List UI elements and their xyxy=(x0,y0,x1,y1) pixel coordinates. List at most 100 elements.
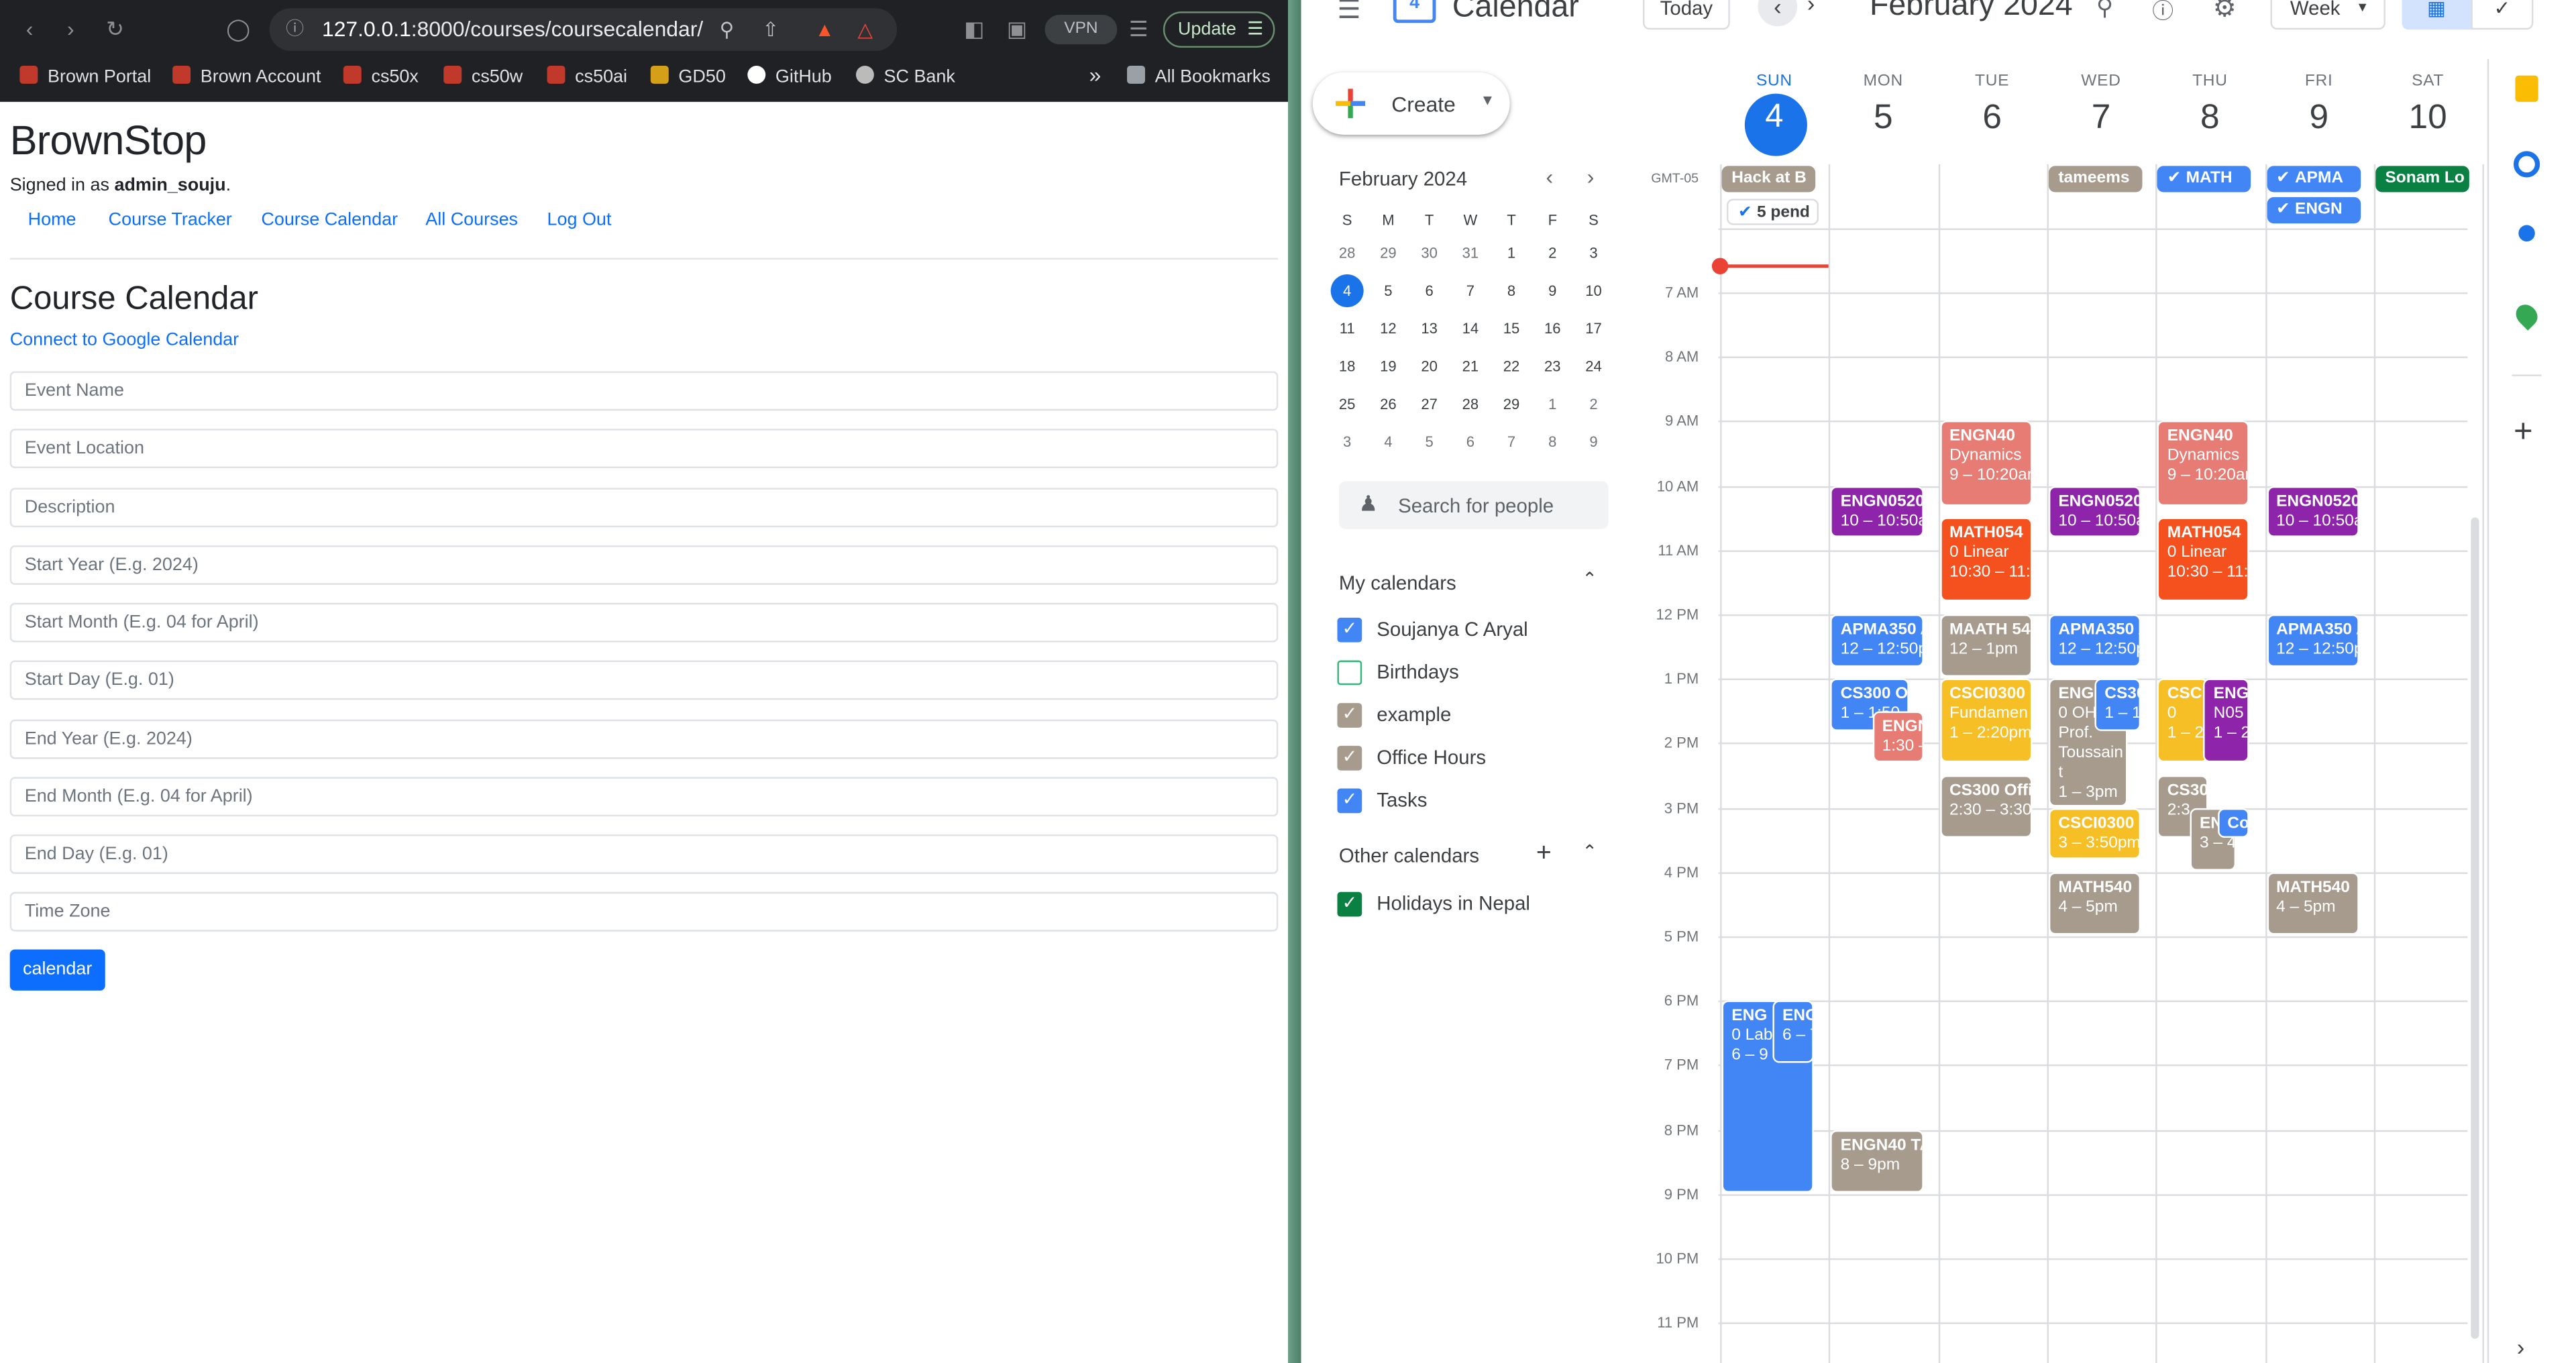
connect-google-link[interactable]: Connect to Google Calendar xyxy=(10,330,239,349)
mini-day[interactable]: 1 xyxy=(1492,238,1532,268)
calendar-submit-button[interactable]: calendar xyxy=(9,949,105,991)
calendar-event[interactable]: MATH0540 Linear10:30 – 11:50 xyxy=(2157,517,2250,602)
mini-day[interactable]: 24 xyxy=(1574,351,1613,381)
search-people-input[interactable]: ♟ Search for people xyxy=(1338,481,1609,529)
mini-day[interactable]: 18 xyxy=(1328,351,1367,381)
calendar-event[interactable]: APMA350 A 12 – 12:50pm xyxy=(1830,614,1923,667)
end-day-field[interactable]: End Day (E.g. 01) xyxy=(9,834,1279,874)
day-number[interactable]: 9 xyxy=(2265,99,2373,138)
collapse-icon[interactable]: ⌃ xyxy=(1582,841,1597,862)
description-field[interactable]: Description xyxy=(9,488,1279,528)
brave-shield-icon[interactable]: ▲ xyxy=(815,8,835,51)
mini-day[interactable]: 4 xyxy=(1330,274,1364,307)
bookmark-item[interactable]: cs50ai xyxy=(547,65,627,87)
calendar-event[interactable]: CS300 Offi 2:30 – 3:30 xyxy=(1939,775,2033,838)
mini-day[interactable]: 21 xyxy=(1450,351,1490,381)
site-info-icon[interactable]: ⓘ xyxy=(286,8,304,51)
mini-day[interactable]: 27 xyxy=(1409,389,1449,419)
calendar-event[interactable]: MATH540 4 – 5pm xyxy=(2048,871,2141,935)
all-day-event[interactable]: Hack at B xyxy=(1721,166,1816,193)
address-bar[interactable]: ⓘ 127.0.0.1:8000/courses/coursecalendar/… xyxy=(269,8,898,51)
main-menu-icon[interactable]: ☰ xyxy=(1337,0,1360,26)
calendar-event[interactable]: APMA350 A 12 – 12:50pm xyxy=(2266,614,2359,667)
mini-day[interactable]: 23 xyxy=(1533,351,1572,381)
more-bookmarks-button[interactable]: » xyxy=(1089,62,1102,87)
day-header[interactable]: MON 5 xyxy=(1829,72,1937,138)
calendar-event[interactable]: ENGN0520 10 – 10:50am xyxy=(1830,485,1923,538)
mini-day[interactable]: 26 xyxy=(1368,389,1408,419)
all-day-event[interactable]: ✔ MATH xyxy=(2157,166,2252,193)
calendar-event[interactable]: ENGN40 Dynamics 9 – 10:20am xyxy=(1939,421,2033,506)
vpn-button[interactable]: VPN xyxy=(1044,15,1118,45)
mini-day[interactable]: 11 xyxy=(1328,314,1367,343)
mini-day[interactable]: 17 xyxy=(1574,314,1613,343)
zoom-icon[interactable]: ⚲ xyxy=(720,8,735,51)
calendar-event[interactable]: CSC 0 1 – 2 xyxy=(2157,678,2208,763)
contacts-icon[interactable] xyxy=(2518,225,2535,242)
day-number[interactable]: 7 xyxy=(2047,99,2155,138)
mini-day[interactable]: 4 xyxy=(1368,427,1408,457)
nav-log-out[interactable]: Log Out xyxy=(547,210,612,229)
all-day-event[interactable]: ✔ APMA xyxy=(2266,166,2361,193)
calendar-event[interactable]: ENG N05 1 – 2 xyxy=(2203,678,2250,763)
mini-day[interactable]: 15 xyxy=(1492,314,1532,343)
leo-icon[interactable]: ☰ xyxy=(1122,13,1155,46)
mini-day[interactable]: 9 xyxy=(1533,276,1572,305)
day-header[interactable]: TUE 6 xyxy=(1938,72,2047,138)
all-day-event[interactable]: ✔ 5 pend xyxy=(1726,199,1819,225)
start-year-field[interactable]: Start Year (E.g. 2024) xyxy=(9,545,1279,585)
add-addon-icon[interactable]: + xyxy=(2514,414,2533,451)
day-header[interactable]: FRI 9 xyxy=(2265,72,2373,138)
end-month-field[interactable]: End Month (E.g. 04 for April) xyxy=(9,777,1279,817)
calendar-event[interactable]: MAATH 54 12 – 1pm xyxy=(1939,614,2033,677)
calendar-event[interactable]: MATH0540 Linear10:30 – 11:50 xyxy=(1939,517,2033,602)
all-day-event[interactable]: tameems xyxy=(2048,166,2143,193)
nav-all-courses[interactable]: All Courses xyxy=(425,210,518,229)
expand-panel-icon[interactable]: › xyxy=(2517,1334,2524,1360)
day-header[interactable]: THU 8 xyxy=(2156,72,2265,138)
calendar-checkbox[interactable]: ✓ xyxy=(1337,745,1362,771)
reload-icon[interactable]: ↻ xyxy=(99,13,131,46)
calendar-event[interactable]: ENGN1:30 – 2 xyxy=(1872,710,1923,763)
mini-day[interactable]: 3 xyxy=(1328,427,1367,457)
brave-rewards-icon[interactable]: △ xyxy=(857,8,873,51)
mini-day[interactable]: 5 xyxy=(1368,276,1408,305)
calendar-event[interactable]: MATH540 4 – 5pm xyxy=(2266,871,2359,935)
day-header[interactable]: SAT 10 xyxy=(2373,72,2482,138)
bookmark-item[interactable]: cs50w xyxy=(443,65,523,87)
all-day-event[interactable]: ✔ ENGN xyxy=(2266,197,2361,224)
sidebar-icon[interactable]: ◧ xyxy=(958,13,991,46)
today-button[interactable]: Today xyxy=(1643,0,1730,30)
calendar-event[interactable]: ENGN0520 10 – 10:50am xyxy=(2048,485,2141,538)
calendar-event[interactable]: ENG6 – 7 xyxy=(1772,1000,1815,1064)
mini-day[interactable]: 6 xyxy=(1409,276,1449,305)
day-number[interactable]: 6 xyxy=(1938,99,2047,138)
view-selector[interactable]: Week ▼ xyxy=(2270,0,2385,30)
nav-course-tracker[interactable]: Course Tracker xyxy=(109,210,232,229)
mini-day[interactable]: 22 xyxy=(1492,351,1532,381)
day-header[interactable]: WED 7 xyxy=(2047,72,2155,138)
day-number[interactable]: 8 xyxy=(2156,99,2265,138)
bookmark-item[interactable]: SC Bank xyxy=(855,65,955,87)
bookmark-item[interactable]: Brown Portal xyxy=(19,65,151,87)
mini-day[interactable]: 19 xyxy=(1368,351,1408,381)
my-calendars-header[interactable]: My calendars xyxy=(1339,571,1456,594)
bookmark-item[interactable]: cs50x xyxy=(343,65,419,87)
event-location-field[interactable]: Event Location xyxy=(9,429,1279,468)
calendar-event[interactable]: CS301 – 1 xyxy=(2094,678,2141,731)
mini-day[interactable]: 25 xyxy=(1328,389,1367,419)
end-year-field[interactable]: End Year (E.g. 2024) xyxy=(9,719,1279,759)
calendar-event[interactable]: APMA350 A 12 – 12:50pm xyxy=(2048,614,2141,667)
tasks-icon[interactable] xyxy=(2513,151,2540,178)
share-icon[interactable]: ⇧ xyxy=(762,8,779,51)
nav-home[interactable]: Home xyxy=(28,210,76,229)
event-name-field[interactable]: Event Name xyxy=(9,371,1279,411)
mini-next-icon[interactable]: › xyxy=(1587,164,1595,189)
add-calendar-icon[interactable]: + xyxy=(1536,839,1552,869)
calendar-checkbox[interactable]: ✓ xyxy=(1337,617,1362,643)
mini-day[interactable]: 6 xyxy=(1450,427,1490,457)
day-header[interactable]: SUN 4 xyxy=(1720,72,1829,137)
wallet-icon[interactable]: ▣ xyxy=(1000,13,1033,46)
mini-day[interactable]: 28 xyxy=(1450,389,1490,419)
update-button[interactable]: Update ☰ xyxy=(1163,11,1275,48)
